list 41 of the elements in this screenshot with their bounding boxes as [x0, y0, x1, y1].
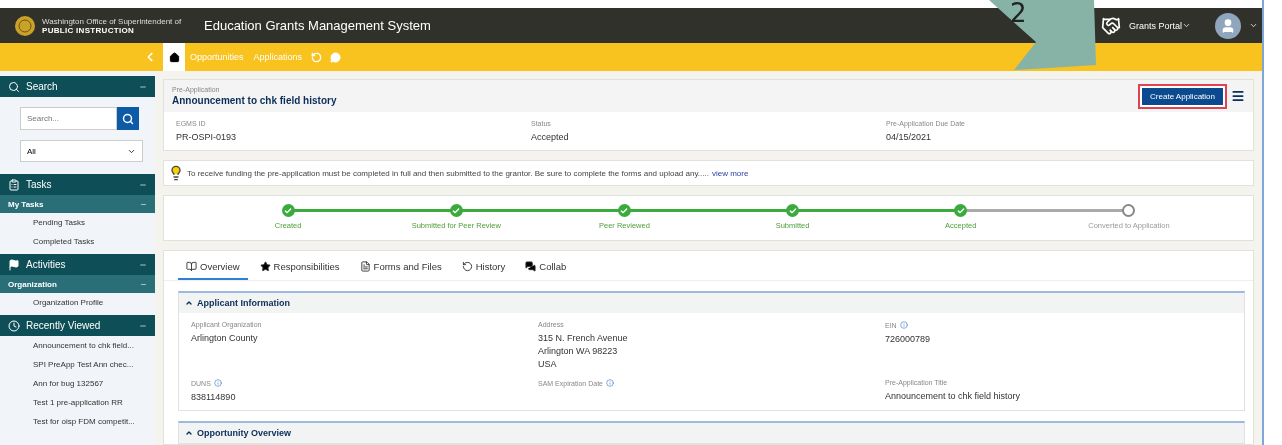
sidebar-header[interactable]: Search: [0, 76, 155, 97]
sidebar-item[interactable]: Ann for bug 132567: [0, 374, 155, 393]
sidebar-item[interactable]: Completed Tasks: [0, 232, 155, 251]
tab[interactable]: History: [453, 255, 514, 280]
sidebar-header[interactable]: Tasks: [0, 174, 155, 195]
notice-text: To receive funding the pre-application must be completed in full and then submitted to the grantor. Be sure to complete the forms and upload any..... view more: [187, 168, 749, 178]
callout-number: 2: [1010, 0, 1027, 28]
view-more-link[interactable]: view more: [711, 168, 749, 178]
sidebar-subheader[interactable]: Organization: [0, 275, 155, 293]
field-value: PR-OSPI-0193: [176, 132, 238, 142]
sidebar-item[interactable]: SPI PreApp Test Ann chec...: [0, 355, 155, 374]
field-value: Accepted: [531, 132, 570, 142]
tab[interactable]: Collab: [517, 255, 575, 280]
filter-select[interactable]: All: [20, 140, 143, 162]
field-value: USA: [538, 359, 558, 369]
section-header[interactable]: Applicant Information: [179, 293, 1244, 313]
field-value: 726000789: [885, 334, 932, 344]
logo-title: PUBLIC INSTRUCTION: [42, 25, 135, 35]
sidebar-item[interactable]: Pending Tasks: [0, 213, 155, 232]
tab[interactable]: Forms and Files: [351, 255, 450, 280]
field-value: Arlington County: [191, 333, 259, 343]
sidebar-header[interactable]: Activities: [0, 254, 155, 275]
portal-menu[interactable]: Grants Portal: [1128, 20, 1191, 31]
sidebar-item[interactable]: Organization Profile: [0, 293, 155, 312]
tab[interactable]: Responsibilities: [251, 255, 348, 280]
field-value: Announcement to chk field history: [885, 391, 1022, 401]
field-value: 315 N. French Avenue: [538, 333, 629, 343]
sidebar-item[interactable]: Test 1 pre-application RR: [0, 393, 155, 412]
app-title: Education Grants Management System: [204, 18, 431, 33]
tab[interactable]: Overview: [178, 255, 248, 280]
record-title: Announcement to chk field history: [172, 95, 338, 106]
search-field[interactable]: Search...: [20, 107, 117, 130]
section-header[interactable]: Opportunity Overview: [179, 423, 1244, 443]
field-value: 838114890: [191, 392, 237, 402]
sidebar-item[interactable]: Test for oisp FDM competit...: [0, 412, 155, 431]
sidebar-header[interactable]: Recently Viewed: [0, 315, 155, 336]
field-value: 04/15/2021: [886, 132, 933, 142]
sidebar-subheader[interactable]: My Tasks: [0, 195, 155, 213]
logo-subtitle: Washington Office of Superintendent of: [42, 16, 182, 26]
field-value: Arlington WA 98223: [538, 346, 619, 356]
sidebar-item[interactable]: Announcement to chk field...: [0, 336, 155, 355]
